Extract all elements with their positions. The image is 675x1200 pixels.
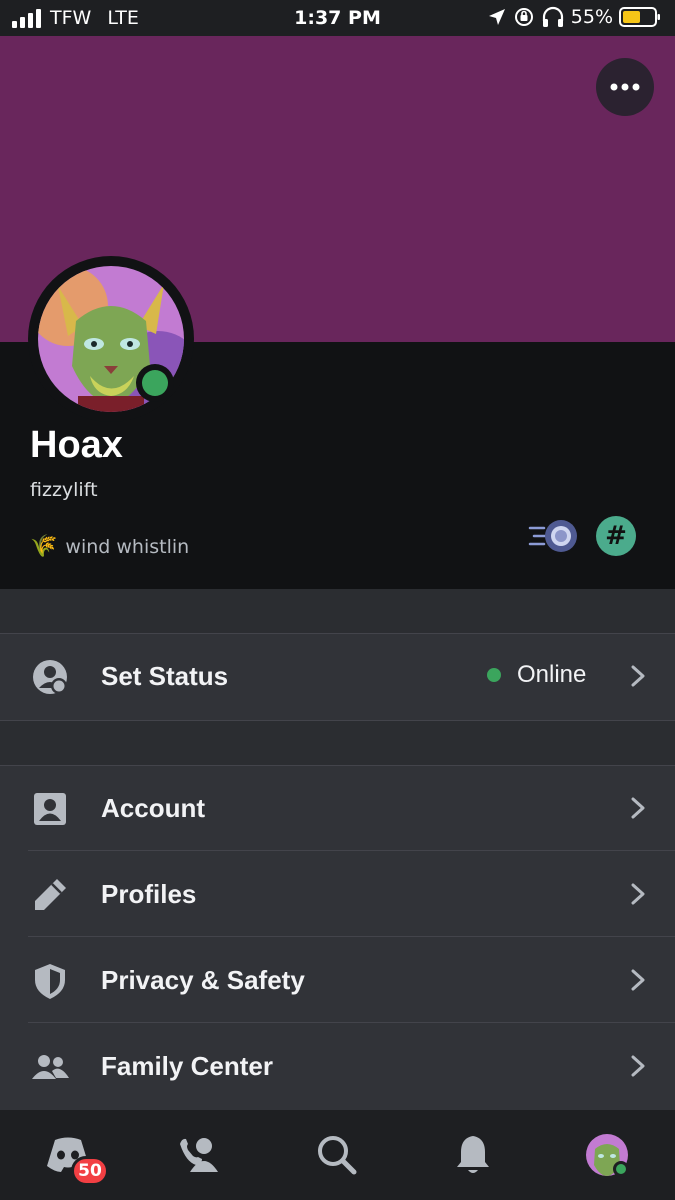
chevron-right-icon bbox=[631, 1055, 645, 1077]
headphones-icon bbox=[542, 6, 563, 27]
orientation-lock-icon bbox=[514, 8, 533, 26]
username: fizzylift bbox=[30, 479, 98, 501]
status-icons: 55% bbox=[487, 6, 661, 28]
settings-item-label: Profiles bbox=[101, 879, 197, 909]
custom-status-text: wind whistlin bbox=[65, 535, 190, 558]
battery-percent: 55% bbox=[570, 6, 613, 28]
online-dot bbox=[487, 668, 501, 682]
chevron-right-icon bbox=[631, 797, 645, 819]
unread-count-badge: 50 bbox=[71, 1156, 109, 1186]
tab-you-avatar[interactable] bbox=[585, 1133, 629, 1177]
hashtag-badge-icon[interactable]: # bbox=[596, 516, 636, 556]
online-status-dot bbox=[613, 1161, 629, 1177]
shield-icon bbox=[35, 964, 65, 999]
pencil-icon bbox=[35, 879, 66, 910]
current-status: Online bbox=[487, 661, 586, 689]
settings-item-label: Family Center bbox=[101, 1051, 273, 1081]
family-icon bbox=[32, 1055, 69, 1079]
custom-status-emoji: 🌾 bbox=[30, 534, 58, 559]
settings-item-privacy[interactable]: Privacy & Safety bbox=[0, 937, 675, 1023]
settings-item-label: Privacy & Safety bbox=[101, 965, 305, 995]
display-name: Hoax bbox=[30, 424, 123, 466]
settings-item-label: Account bbox=[101, 793, 205, 823]
chevron-right-icon bbox=[631, 665, 645, 687]
search-icon[interactable] bbox=[312, 1130, 362, 1180]
settings-item-family-center[interactable]: Family Center bbox=[0, 1023, 675, 1109]
chevron-right-icon bbox=[631, 969, 645, 991]
current-status-label: Online bbox=[517, 661, 587, 688]
settings-item-profiles[interactable]: Profiles bbox=[0, 851, 675, 937]
profile-avatar[interactable] bbox=[28, 256, 194, 422]
custom-status[interactable]: 🌾 wind whistlin bbox=[30, 534, 189, 559]
system-status-bar: TFW LTE 1:37 PM 55% bbox=[0, 0, 675, 36]
set-status-row[interactable]: Set Status Online bbox=[0, 633, 675, 719]
settings-item-account[interactable]: Account bbox=[0, 765, 675, 851]
chevron-right-icon bbox=[631, 883, 645, 905]
bell-icon[interactable] bbox=[448, 1130, 498, 1180]
set-status-label: Set Status bbox=[101, 661, 229, 691]
battery-icon bbox=[619, 7, 660, 27]
friends-icon[interactable] bbox=[176, 1130, 226, 1180]
location-arrow-icon bbox=[488, 9, 505, 25]
online-status-dot bbox=[136, 364, 174, 402]
more-options-button[interactable] bbox=[596, 58, 654, 116]
ellipsis-icon bbox=[610, 83, 640, 91]
nitro-badge-icon[interactable] bbox=[528, 516, 580, 556]
account-icon bbox=[34, 793, 66, 825]
user-status-icon bbox=[33, 660, 67, 694]
